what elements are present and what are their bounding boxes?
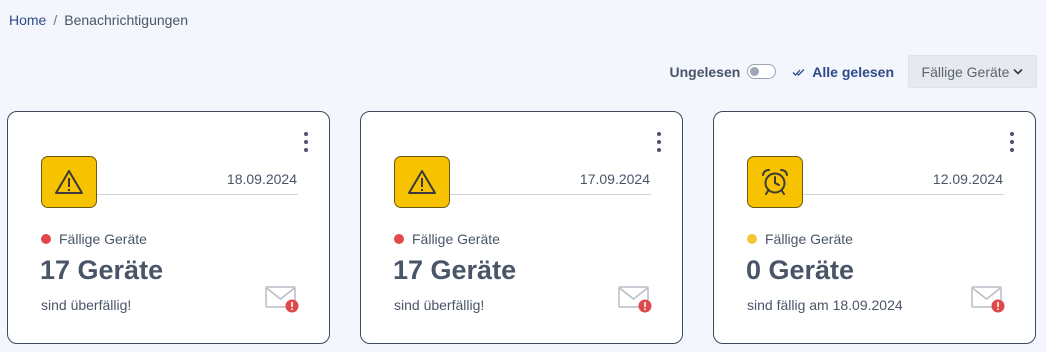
notification-subtitle: sind überfällig! xyxy=(394,297,485,313)
notification-icon-box xyxy=(394,156,450,208)
unread-filter: Ungelesen xyxy=(669,63,777,80)
unread-toggle-label: Ungelesen xyxy=(669,63,741,80)
breadcrumb-home-link[interactable]: Home xyxy=(9,12,46,28)
notification-date: 17.09.2024 xyxy=(579,171,650,187)
device-count: 0 Geräte xyxy=(746,255,855,285)
status-dot xyxy=(747,234,757,244)
device-count: 17 Geräte xyxy=(40,255,164,285)
warning-icon xyxy=(408,170,436,194)
divider xyxy=(803,194,1004,195)
notification-category: Fällige Geräte xyxy=(394,231,500,247)
breadcrumb-separator: / xyxy=(53,12,58,28)
double-check-icon xyxy=(792,68,805,76)
category-label: Fällige Geräte xyxy=(412,231,500,247)
more-options-icon[interactable] xyxy=(1009,132,1015,152)
unread-mail-icon[interactable] xyxy=(265,286,301,314)
more-options-icon[interactable] xyxy=(656,132,662,152)
category-label: Fällige Geräte xyxy=(59,231,147,247)
category-filter-select[interactable]: Fällige Geräte xyxy=(908,55,1037,88)
status-dot xyxy=(41,234,51,244)
toggle-knob xyxy=(750,67,760,76)
category-label: Fällige Geräte xyxy=(765,231,853,247)
notification-subtitle: sind überfällig! xyxy=(41,297,132,313)
device-count: 17 Geräte xyxy=(393,255,517,285)
status-dot xyxy=(394,234,404,244)
breadcrumb: Home / Benachrichtigungen xyxy=(9,12,188,28)
warning-icon xyxy=(55,170,83,194)
notification-date: 12.09.2024 xyxy=(932,171,1003,187)
notification-subtitle: sind fällig am 18.09.2024 xyxy=(747,297,903,313)
notification-card[interactable]: 18.09.2024 Fällige Geräte 17 Geräte sind… xyxy=(7,111,330,344)
notification-category: Fällige Geräte xyxy=(747,231,853,247)
notification-date: 18.09.2024 xyxy=(226,171,297,187)
unread-mail-icon[interactable] xyxy=(971,286,1007,314)
toolbar: Ungelesen Alle gelesen Fällige Geräte xyxy=(669,55,1037,88)
divider xyxy=(97,194,298,195)
category-filter-value: Fällige Geräte xyxy=(921,63,1010,80)
mark-all-read-button[interactable]: Alle gelesen xyxy=(792,64,894,80)
notification-card[interactable]: 12.09.2024 Fällige Geräte 0 Geräte sind … xyxy=(713,111,1036,344)
alarm-clock-icon xyxy=(762,169,788,195)
notification-category: Fällige Geräte xyxy=(41,231,147,247)
mark-all-read-label: Alle gelesen xyxy=(812,63,894,80)
unread-toggle[interactable] xyxy=(747,64,777,79)
notification-card[interactable]: 17.09.2024 Fällige Geräte 17 Geräte sind… xyxy=(360,111,683,344)
unread-mail-icon[interactable] xyxy=(618,286,654,314)
more-options-icon[interactable] xyxy=(303,132,309,152)
divider xyxy=(450,194,651,195)
notification-icon-box xyxy=(41,156,97,208)
chevron-down-icon xyxy=(1013,68,1024,75)
breadcrumb-current: Benachrichtigungen xyxy=(64,12,189,28)
notification-icon-box xyxy=(747,156,803,208)
